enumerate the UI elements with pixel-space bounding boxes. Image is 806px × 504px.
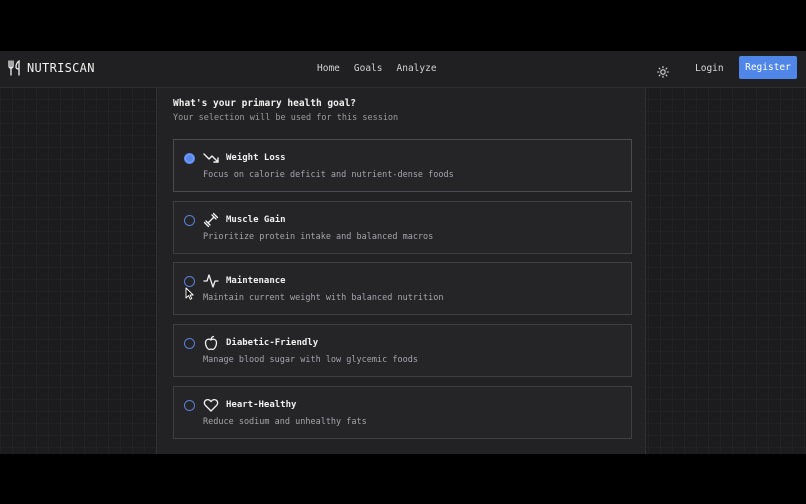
trending-down-icon <box>203 150 219 166</box>
option-description: Manage blood sugar with low glycemic foo… <box>203 355 418 365</box>
goal-selection-panel: What's your primary health goal? Your se… <box>156 88 646 454</box>
radio-weight-loss[interactable] <box>184 153 195 164</box>
question-title: What's your primary health goal? <box>173 98 357 109</box>
app-window: NUTRISCAN Home Goals Analyze Login Regis… <box>0 51 806 454</box>
option-description: Focus on calorie deficit and nutrient-de… <box>203 170 454 180</box>
option-description: Prioritize protein intake and balanced m… <box>203 232 434 242</box>
top-navbar: NUTRISCAN Home Goals Analyze Login Regis… <box>0 51 806 88</box>
apple-icon <box>203 335 219 351</box>
nav-links: Home Goals Analyze <box>317 63 437 74</box>
login-link[interactable]: Login <box>695 63 724 74</box>
option-heart-healthy[interactable]: Heart-Healthy Reduce sodium and unhealth… <box>173 386 632 439</box>
option-label: Weight Loss <box>226 153 286 163</box>
option-label: Maintenance <box>226 276 286 286</box>
radio-maintenance[interactable] <box>184 276 195 287</box>
option-maintenance[interactable]: Maintenance Maintain current weight with… <box>173 262 632 315</box>
option-description: Reduce sodium and unhealthy fats <box>203 417 367 427</box>
option-description: Maintain current weight with balanced nu… <box>203 293 444 303</box>
dumbbell-icon <box>203 212 219 228</box>
radio-diabetic-friendly[interactable] <box>184 338 195 349</box>
register-button[interactable]: Register <box>739 56 797 79</box>
activity-icon <box>203 273 219 289</box>
brand-name: NUTRISCAN <box>27 61 95 75</box>
fork-knife-icon <box>7 60 22 76</box>
nav-link-home[interactable]: Home <box>317 63 340 74</box>
heart-icon <box>203 397 219 413</box>
option-label: Muscle Gain <box>226 215 286 225</box>
option-label: Heart-Healthy <box>226 400 297 410</box>
option-label: Diabetic-Friendly <box>226 338 319 348</box>
option-muscle-gain[interactable]: Muscle Gain Prioritize protein intake an… <box>173 201 632 254</box>
brand-logo[interactable]: NUTRISCAN <box>7 60 95 76</box>
nav-link-analyze[interactable]: Analyze <box>397 63 437 74</box>
question-subtitle: Your selection will be used for this ses… <box>173 113 399 123</box>
sun-icon[interactable] <box>657 63 669 78</box>
nav-link-goals[interactable]: Goals <box>354 63 383 74</box>
option-diabetic-friendly[interactable]: Diabetic-Friendly Manage blood sugar wit… <box>173 324 632 377</box>
option-weight-loss[interactable]: Weight Loss Focus on calorie deficit and… <box>173 139 632 192</box>
radio-muscle-gain[interactable] <box>184 215 195 226</box>
radio-heart-healthy[interactable] <box>184 400 195 411</box>
